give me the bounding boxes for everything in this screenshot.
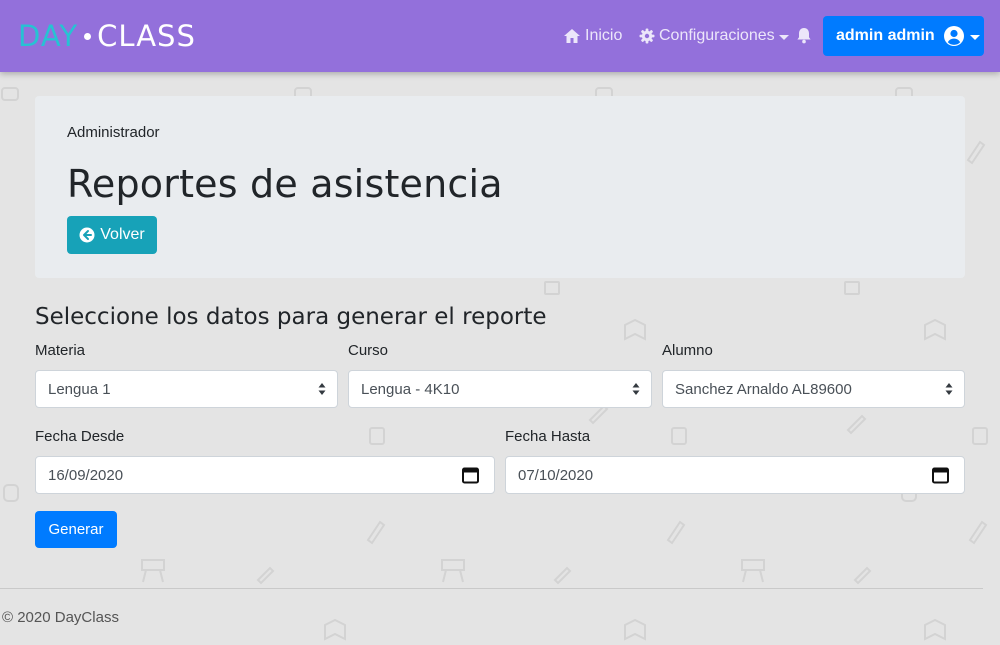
nav-inicio-link[interactable]: Inicio	[563, 26, 622, 46]
arrow-circle-left-icon	[79, 227, 95, 243]
brand-part-day: DAY	[18, 19, 79, 53]
footer-divider	[0, 588, 983, 589]
notifications-bell[interactable]	[796, 27, 816, 44]
back-button-label: Volver	[100, 226, 145, 243]
user-menu-button[interactable]: admin admin	[823, 16, 984, 56]
header-jumbotron: Administrador Reportes de asistencia Vol…	[35, 96, 965, 278]
form-heading: Seleccione los datos para generar el rep…	[35, 304, 547, 330]
page-title: Reportes de asistencia	[67, 162, 503, 206]
curso-select-value: Lengua - 4K10	[361, 380, 460, 398]
nav-configuraciones-dropdown[interactable]: Configuraciones	[639, 26, 789, 46]
select-arrows-icon	[318, 383, 326, 395]
nav-inicio-label: Inicio	[585, 27, 623, 44]
fecha-desde-value: 16/09/2020	[48, 466, 124, 484]
select-arrows-icon	[945, 383, 953, 395]
select-arrows-icon	[632, 383, 640, 395]
generate-button[interactable]: Generar	[35, 511, 117, 548]
gear-icon	[639, 28, 655, 44]
brand-logo[interactable]: DAY CLASS	[18, 19, 196, 53]
fecha-hasta-label: Fecha Hasta	[505, 428, 591, 445]
materia-select-value: Lengua 1	[48, 380, 111, 398]
materia-label: Materia	[35, 342, 86, 359]
curso-select[interactable]: Lengua - 4K10	[348, 370, 652, 408]
calendar-icon[interactable]	[462, 466, 479, 484]
curso-label: Curso	[348, 342, 389, 359]
home-icon	[564, 29, 580, 43]
fecha-desde-label: Fecha Desde	[35, 428, 125, 445]
top-navbar: DAY CLASS Inicio Configuraciones admin a…	[0, 0, 1000, 72]
chevron-down-icon	[778, 34, 789, 40]
brand-part-class: CLASS	[97, 19, 196, 53]
fecha-desde-input[interactable]: 16/09/2020	[35, 456, 495, 494]
calendar-icon[interactable]	[932, 466, 949, 484]
alumno-select[interactable]: Sanchez Arnaldo AL89600	[662, 370, 965, 408]
back-button[interactable]: Volver	[67, 216, 157, 254]
fecha-hasta-value: 07/10/2020	[518, 466, 594, 484]
role-label: Administrador	[67, 124, 160, 141]
chevron-down-icon	[969, 34, 980, 40]
materia-select[interactable]: Lengua 1	[35, 370, 338, 408]
alumno-select-value: Sanchez Arnaldo AL89600	[675, 380, 852, 398]
alumno-label: Alumno	[662, 342, 713, 359]
user-circle-icon	[943, 26, 964, 46]
footer-copyright: © 2020 DayClass	[2, 609, 119, 626]
bell-icon	[797, 28, 811, 44]
brand-dot	[84, 32, 92, 40]
fecha-hasta-input[interactable]: 07/10/2020	[505, 456, 965, 494]
user-name-label: admin admin	[836, 27, 935, 44]
nav-configuraciones-label: Configuraciones	[659, 27, 775, 44]
